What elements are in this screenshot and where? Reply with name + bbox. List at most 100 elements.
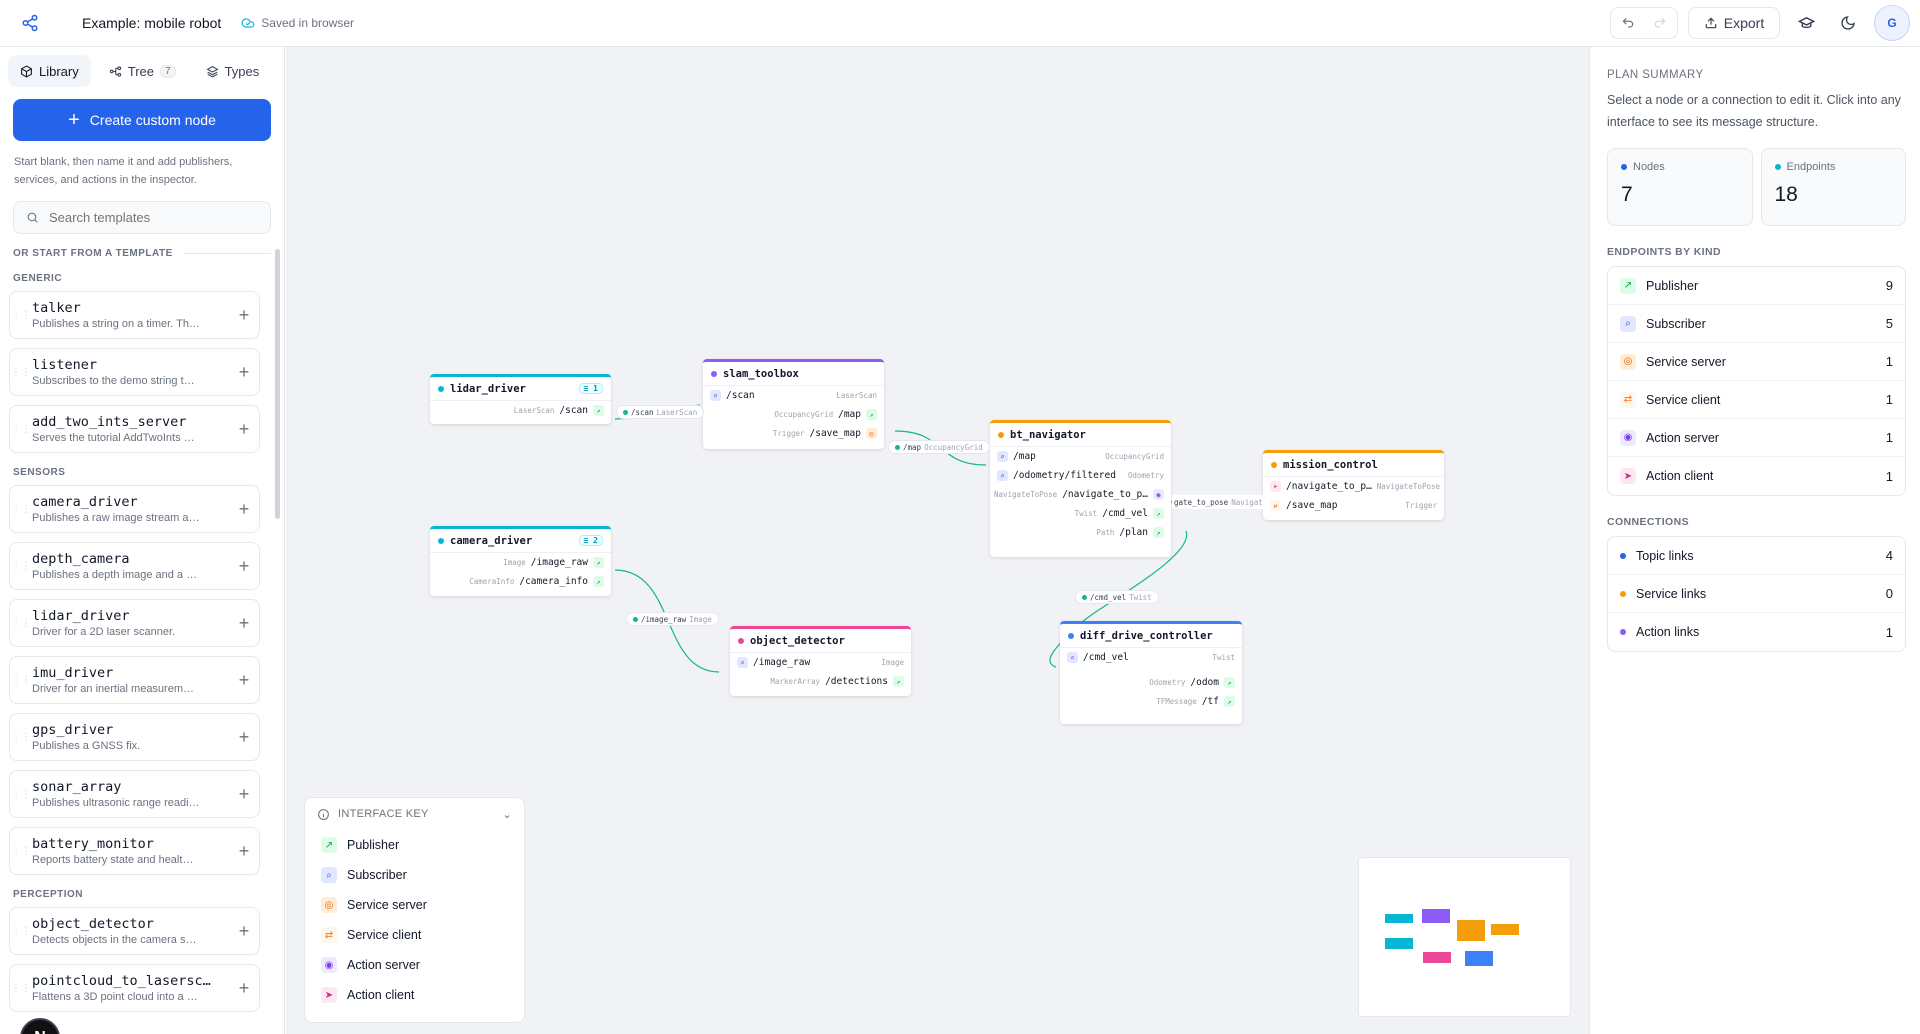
tutorial-button[interactable] bbox=[1790, 7, 1822, 39]
template-card[interactable]: ⋮⋮ imu_driver Driver for an inertial measu… bbox=[9, 656, 260, 704]
endpoint-row[interactable]: OccupancyGrid/map ↗ bbox=[703, 405, 884, 424]
interface-key-header[interactable]: INTERFACE KEY ⌄ bbox=[305, 798, 524, 830]
drag-handle-icon[interactable]: ⋮⋮ bbox=[10, 504, 32, 515]
node-bt-navigator[interactable]: bt_navigator ⌕ /map OccupancyGrid ⌕ /odomet… bbox=[990, 420, 1171, 557]
endpoint-row[interactable]: Image/image_raw ↗ bbox=[430, 553, 611, 572]
template-card[interactable]: ⋮⋮ object_detector Detects objects in the … bbox=[9, 907, 260, 955]
connection-dot bbox=[1620, 590, 1626, 597]
template-card[interactable]: ⋮⋮ sonar_array Publishes ultrasonic range … bbox=[9, 770, 260, 818]
add-template-icon[interactable]: + bbox=[229, 670, 259, 691]
sidebar-scrollbar[interactable] bbox=[275, 249, 280, 519]
drag-handle-icon[interactable]: ⋮⋮ bbox=[10, 367, 32, 378]
endpoint-row[interactable]: ⌕ /scan LaserScan bbox=[703, 386, 884, 405]
node-diff-drive-controller[interactable]: diff_drive_controller ⌕ /cmd_vel Twist Odo… bbox=[1060, 621, 1242, 724]
endpoint-topic: /navigate_to_p… bbox=[1062, 489, 1148, 500]
project-title[interactable]: Example: mobile robot bbox=[82, 15, 221, 31]
kind-row-subscriber: ⌕ Subscriber 5 bbox=[1608, 305, 1905, 343]
export-button[interactable]: Export bbox=[1688, 7, 1780, 39]
key-item-label: Subscriber bbox=[347, 868, 407, 882]
drag-handle-icon[interactable]: ⋮⋮ bbox=[10, 561, 32, 572]
endpoint-row[interactable]: MarkerArray/detections ↗ bbox=[730, 672, 911, 691]
drag-handle-icon[interactable]: ⋮⋮ bbox=[10, 846, 32, 857]
drag-handle-icon[interactable]: ⋮⋮ bbox=[10, 926, 32, 937]
connection-dot bbox=[1620, 629, 1626, 635]
endpoint-topic: /plan bbox=[1119, 527, 1148, 538]
create-custom-node-button[interactable]: + Create custom node bbox=[13, 99, 271, 141]
node-mission-control[interactable]: mission_control ➤ /navigate_to_p… Navigate… bbox=[1263, 450, 1444, 520]
edge-label-map[interactable]: /map OccupancyGrid bbox=[888, 440, 990, 454]
add-template-icon[interactable]: + bbox=[229, 499, 259, 520]
template-card[interactable]: ⋮⋮ lidar_driver Driver for a 2D laser scan… bbox=[9, 599, 260, 647]
node-object-detector[interactable]: object_detector ⌕ /image_raw Image MarkerA… bbox=[730, 626, 911, 696]
drag-handle-icon[interactable]: ⋮⋮ bbox=[10, 983, 32, 994]
endpoint-row[interactable]: CameraInfo/camera_info ↗ bbox=[430, 572, 611, 591]
drag-handle-icon[interactable]: ⋮⋮ bbox=[10, 618, 32, 629]
graph-logo-icon[interactable] bbox=[0, 14, 60, 32]
kind-label: Action client bbox=[1646, 469, 1714, 483]
add-template-icon[interactable]: + bbox=[229, 305, 259, 326]
node-dot bbox=[998, 431, 1004, 438]
endpoint-row[interactable]: Path/plan ↗ bbox=[990, 523, 1171, 542]
endpoint-row[interactable]: ⇄ /save_map Trigger bbox=[1263, 496, 1444, 515]
edge-label-image-raw[interactable]: /image_raw Image bbox=[626, 612, 719, 626]
key-item: ↗ Publisher bbox=[305, 830, 524, 860]
endpoint-row[interactable]: Odometry/odom ↗ bbox=[1060, 673, 1242, 692]
layers-icon bbox=[206, 65, 219, 78]
template-card[interactable]: ⋮⋮ battery_monitor Reports battery state a… bbox=[9, 827, 260, 875]
drag-handle-icon[interactable]: ⋮⋮ bbox=[10, 424, 32, 435]
add-template-icon[interactable]: + bbox=[229, 613, 259, 634]
search-input[interactable] bbox=[49, 210, 249, 225]
endpoint-row[interactable]: Trigger/save_map ◎ bbox=[703, 424, 884, 443]
template-card[interactable]: ⋮⋮ depth_camera Publishes a depth image an… bbox=[9, 542, 260, 590]
template-card[interactable]: ⋮⋮ gps_driver Publishes a GNSS fix. + bbox=[9, 713, 260, 761]
edge-type: Twist bbox=[1129, 592, 1152, 602]
endpoint-row[interactable]: ⌕ /odometry/filtered Odometry bbox=[990, 466, 1171, 485]
template-card[interactable]: ⋮⋮ pointcloud_to_lasersc… Flattens a 3D po… bbox=[9, 964, 260, 1012]
add-template-icon[interactable]: + bbox=[229, 841, 259, 862]
endpoint-row[interactable]: Twist/cmd_vel ↗ bbox=[990, 504, 1171, 523]
node-camera-driver[interactable]: camera_driver ≡ 2 Image/image_raw ↗ Camera… bbox=[430, 526, 611, 596]
endpoint-row[interactable]: ⌕ /image_raw Image bbox=[730, 653, 911, 672]
undo-button[interactable] bbox=[1612, 7, 1644, 39]
graph-canvas[interactable]: lidar_driver ≡ 1 LaserScan/scan ↗ slam_too… bbox=[286, 47, 1589, 1034]
drag-handle-icon[interactable]: ⋮⋮ bbox=[10, 789, 32, 800]
add-template-icon[interactable]: + bbox=[229, 727, 259, 748]
endpoint-type: LaserScan bbox=[513, 406, 555, 415]
node-lidar-driver[interactable]: lidar_driver ≡ 1 LaserScan/scan ↗ bbox=[430, 374, 611, 424]
next-badge[interactable]: N bbox=[20, 1018, 60, 1034]
minimap[interactable] bbox=[1358, 857, 1571, 1017]
endpoint-row[interactable]: ➤ /navigate_to_p… NavigateToPose bbox=[1263, 477, 1444, 496]
drag-handle-icon[interactable]: ⋮⋮ bbox=[10, 732, 32, 743]
tab-tree[interactable]: Tree 7 bbox=[97, 55, 188, 87]
add-template-icon[interactable]: + bbox=[229, 362, 259, 383]
endpoint-row[interactable]: ⌕ /cmd_vel Twist bbox=[1060, 648, 1242, 667]
template-card[interactable]: ⋮⋮ listener Subscribes to the demo string … bbox=[9, 348, 260, 396]
add-template-icon[interactable]: + bbox=[229, 921, 259, 942]
template-card[interactable]: ⋮⋮ camera_driver Publishes a raw image str… bbox=[9, 485, 260, 533]
service-client-icon: ⇄ bbox=[1620, 391, 1636, 408]
chevron-down-icon[interactable]: ⌄ bbox=[502, 808, 512, 821]
theme-toggle-button[interactable] bbox=[1832, 7, 1864, 39]
redo-button[interactable] bbox=[1644, 7, 1676, 39]
edge-label-navigate-to-pose[interactable]: gate_to_pose Navigat bbox=[1172, 495, 1265, 509]
tab-types[interactable]: Types bbox=[194, 55, 272, 87]
connection-label: Topic links bbox=[1636, 548, 1694, 563]
edge-label-cmd-vel[interactable]: /cmd_vel Twist bbox=[1075, 590, 1159, 604]
endpoint-row[interactable]: LaserScan/scan ↗ bbox=[430, 401, 611, 420]
endpoint-row[interactable]: ⌕ /map OccupancyGrid bbox=[990, 447, 1171, 466]
add-template-icon[interactable]: + bbox=[229, 978, 259, 999]
node-slam-toolbox[interactable]: slam_toolbox ⌕ /scan LaserScan OccupancyGr… bbox=[703, 359, 884, 449]
endpoint-row[interactable]: TFMessage/tf ↗ bbox=[1060, 692, 1242, 711]
drag-handle-icon[interactable]: ⋮⋮ bbox=[10, 675, 32, 686]
endpoint-row[interactable]: NavigateToPose/navigate_to_p… ◉ bbox=[990, 485, 1171, 504]
add-template-icon[interactable]: + bbox=[229, 784, 259, 805]
edge-label-scan[interactable]: /scan LaserScan bbox=[616, 405, 705, 419]
template-card[interactable]: ⋮⋮ add_two_ints_server Serves the tutorial… bbox=[9, 405, 260, 453]
tab-library[interactable]: Library bbox=[8, 55, 91, 87]
user-avatar[interactable]: G bbox=[1874, 5, 1910, 41]
template-card[interactable]: ⋮⋮ talker Publishes a string on a timer. T… bbox=[9, 291, 260, 339]
add-template-icon[interactable]: + bbox=[229, 556, 259, 577]
template-name: depth_camera bbox=[32, 551, 130, 567]
drag-handle-icon[interactable]: ⋮⋮ bbox=[10, 310, 32, 321]
add-template-icon[interactable]: + bbox=[229, 419, 259, 440]
